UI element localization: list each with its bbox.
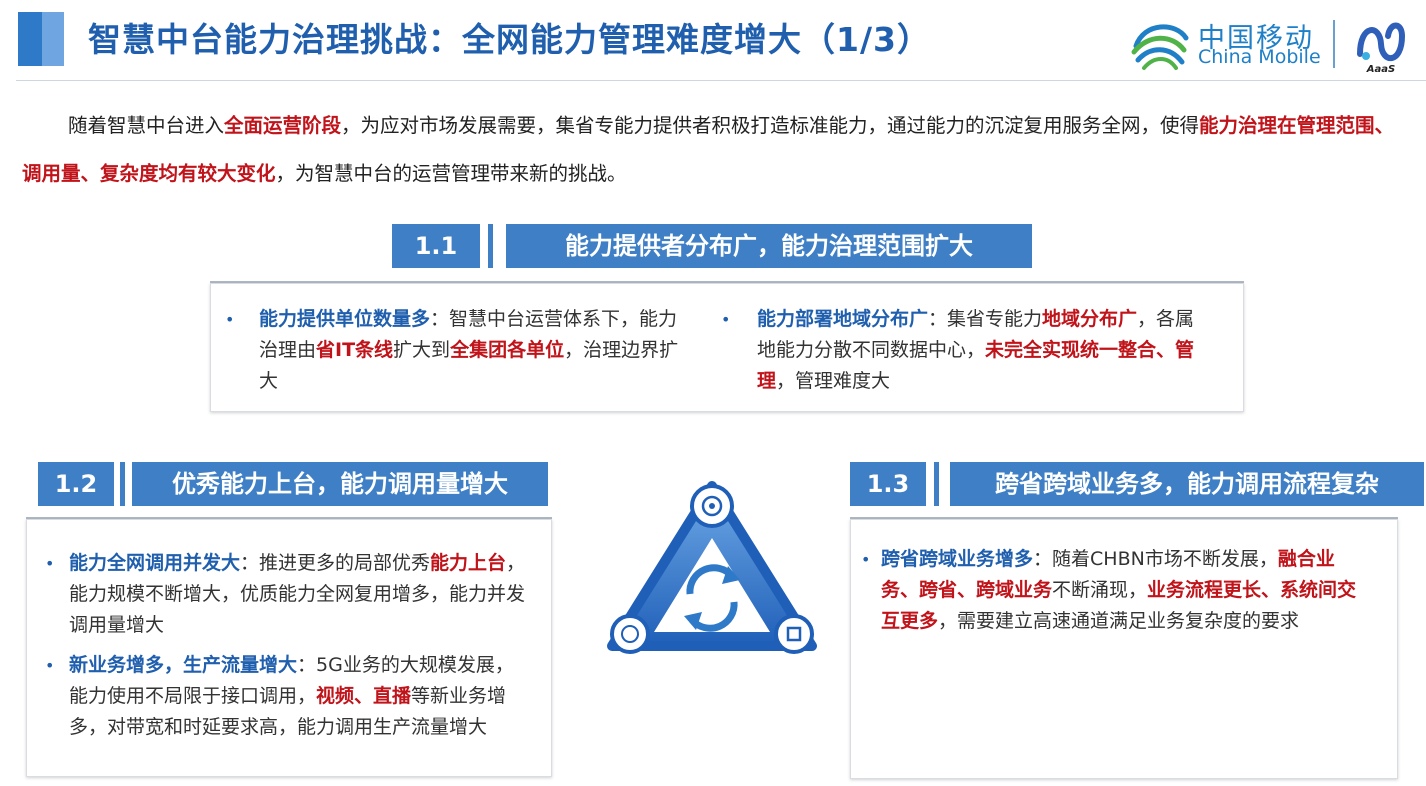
- s11-left-bullet: 能力提供单位数量多：智慧中台运营体系下，能力治理由省IT条线扩大到全集团各单位，…: [259, 304, 687, 397]
- section-1-1-title: 能力提供者分布广，能力治理范围扩大: [506, 224, 1032, 268]
- s11-left-text-2: 扩大到: [393, 339, 451, 361]
- s12-b1-lead: 能力全网调用并发大: [69, 552, 241, 574]
- s11-left-red-1: 省IT条线: [316, 339, 394, 361]
- square-node-icon: [774, 614, 814, 654]
- s11-left-lead: 能力提供单位数量多: [259, 308, 431, 330]
- aaas-label: AaaS: [1366, 64, 1395, 74]
- logo-text-en: China Mobile: [1198, 46, 1321, 68]
- s13-b1-text-2: 不断涌现，: [1052, 579, 1148, 601]
- s11-right-text-3: ，管理难度大: [776, 370, 891, 392]
- brand-logos: 中国移动 China Mobile AaaS: [1126, 14, 1426, 74]
- section-1-2-separator: [120, 462, 125, 506]
- s13-b1-text-3: ，需要建立高速通道满足业务复杂度的要求: [938, 610, 1300, 632]
- bullet-dot: •: [45, 554, 55, 573]
- china-mobile-logo-icon: [1131, 24, 1189, 70]
- section-1-3-card: • 跨省跨域业务增多：随着CHBN市场不断发展，融合业务、跨省、跨域业务不断涌现…: [850, 519, 1398, 779]
- section-1-3-number: 1.3: [850, 462, 926, 506]
- section-1-2-number: 1.2: [38, 462, 114, 506]
- bullet-dot: •: [225, 310, 235, 329]
- section-1-2-title: 优秀能力上台，能力调用量增大: [132, 462, 548, 506]
- aaas-logo-icon: AaaS: [1357, 22, 1406, 74]
- bullet-dot: •: [721, 310, 731, 329]
- globe-icon: [610, 614, 650, 654]
- s11-right-lead: 能力部署地域分布广: [757, 308, 929, 330]
- intro-text-1: 随着智慧中台进入: [68, 114, 225, 137]
- bullet-dot: •: [861, 550, 871, 569]
- s11-right-bullet: 能力部署地域分布广：集省专能力地域分布广，各属地能力分散不同数据中心，未完全实现…: [757, 304, 1209, 397]
- section-1-1-separator: [488, 224, 493, 268]
- intro-text-2: ，为应对市场发展需要，集省专能力提供者积极打造标准能力，通过能力的沉淀复用服务全…: [341, 114, 1200, 137]
- bullet-dot: •: [45, 656, 55, 675]
- s11-left-red-2: 全集团各单位: [450, 339, 565, 361]
- s12-bullet-2: 新业务增多，生产流量增大：5G业务的大规模发展，能力使用不局限于接口调用，视频、…: [69, 650, 529, 743]
- s13-bullet-1: 跨省跨域业务增多：随着CHBN市场不断发展，融合业务、跨省、跨域业务不断涌现，业…: [881, 544, 1371, 637]
- s12-b1-red-1: 能力上台: [430, 552, 507, 574]
- cycle-triangle-graphic: [607, 481, 817, 654]
- s12-bullet-1: 能力全网调用并发大：推进更多的局部优秀能力上台，能力规模不断增大，优质能力全网复…: [69, 548, 529, 641]
- intro-text-3: ，为智慧中台的运营管理带来新的挑战。: [275, 162, 627, 185]
- s12-b1-text-1: ：推进更多的局部优秀: [240, 552, 431, 574]
- title-accent-block-light: [42, 12, 64, 66]
- s13-b1-text-1: ：随着CHBN市场不断发展，: [1033, 548, 1278, 570]
- section-1-1-number: 1.1: [392, 224, 480, 268]
- section-1-3-title: 跨省跨域业务多，能力调用流程复杂: [950, 462, 1424, 506]
- s11-right-red-1: 地域分布广: [1042, 308, 1138, 330]
- s12-b2-lead: 新业务增多，生产流量增大: [69, 654, 298, 676]
- s12-b2-red-1: 视频、直播: [316, 685, 412, 707]
- s13-b1-lead: 跨省跨域业务增多: [881, 548, 1034, 570]
- section-1-1-card: • 能力提供单位数量多：智慧中台运营体系下，能力治理由省IT条线扩大到全集团各单…: [210, 283, 1244, 412]
- logo-divider: [1333, 20, 1335, 68]
- s11-right-text-1: ：集省专能力: [928, 308, 1043, 330]
- header-divider: [16, 80, 1426, 81]
- section-1-3-separator: [934, 462, 939, 506]
- section-1-2-card: • 能力全网调用并发大：推进更多的局部优秀能力上台，能力规模不断增大，优质能力全…: [26, 519, 552, 777]
- intro-highlight-1: 全面运营阶段: [224, 114, 342, 137]
- page-title: 智慧中台能力治理挑战：全网能力管理难度增大（1/3）: [88, 20, 931, 59]
- intro-paragraph: 随着智慧中台进入全面运营阶段，为应对市场发展需要，集省专能力提供者积极打造标准能…: [22, 102, 1412, 198]
